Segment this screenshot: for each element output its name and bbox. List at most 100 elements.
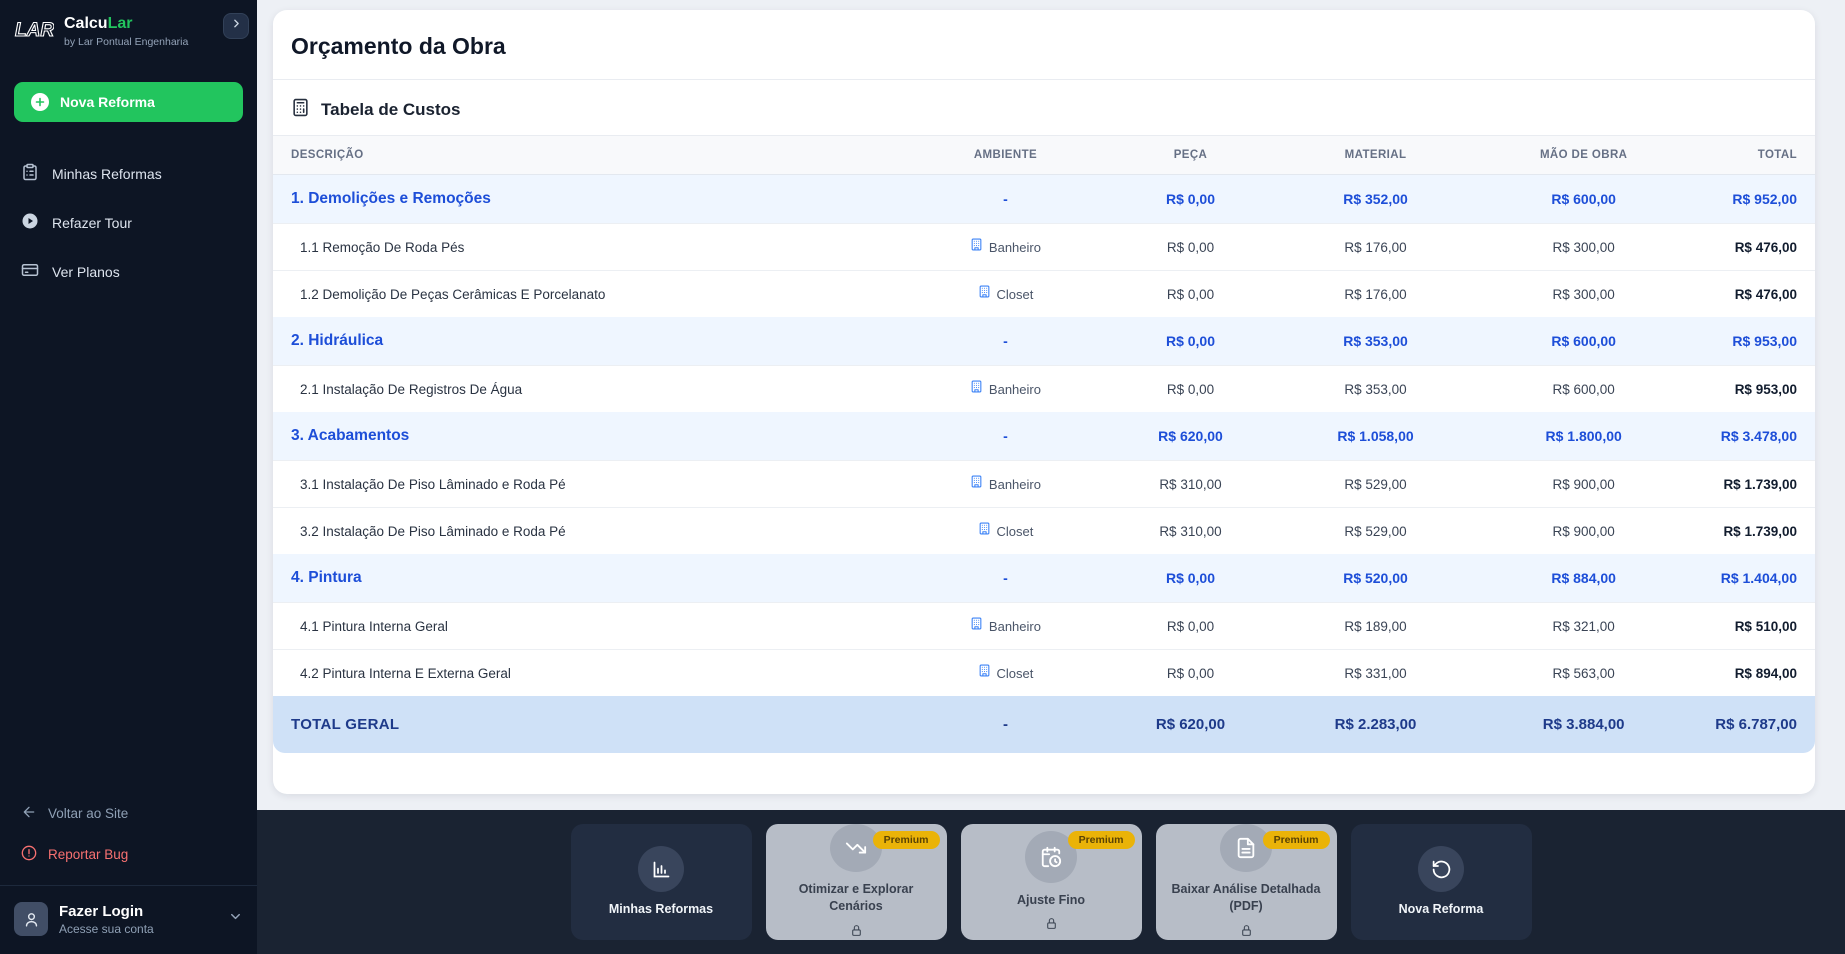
total-value: R$ 1.404,00 bbox=[1692, 554, 1815, 603]
bar-chart-icon bbox=[638, 846, 684, 892]
peca-value: R$ 0,00 bbox=[1106, 554, 1276, 603]
peca-value: R$ 0,00 bbox=[1106, 366, 1276, 413]
sidebar-collapse-button[interactable] bbox=[223, 13, 249, 39]
login-section[interactable]: Fazer Login Acesse sua conta bbox=[0, 885, 257, 954]
peca-value: R$ 310,00 bbox=[1106, 508, 1276, 555]
ambiente-badge: Closet bbox=[978, 664, 1034, 682]
bottom-toolbar: Minhas Reformas Premium Otimizar e Explo… bbox=[257, 810, 1845, 954]
material-value: R$ 1.058,00 bbox=[1275, 412, 1475, 461]
toolbar-otimizar-cenarios-button[interactable]: Premium Otimizar e Explorar Cenários bbox=[766, 824, 947, 940]
building-icon bbox=[978, 522, 991, 540]
toolbar-button-label: Ajuste Fino bbox=[1009, 892, 1093, 909]
table-header-row: DESCRIÇÃO AMBIENTE PEÇA MATERIAL MÃO DE … bbox=[273, 136, 1815, 175]
building-icon bbox=[970, 238, 983, 256]
row-description: TOTAL GERAL bbox=[273, 696, 905, 753]
item-row: 3.2 Instalação De Piso Lâminado e Roda P… bbox=[273, 508, 1815, 555]
cost-table: DESCRIÇÃO AMBIENTE PEÇA MATERIAL MÃO DE … bbox=[273, 135, 1815, 753]
material-value: R$ 2.283,00 bbox=[1275, 696, 1475, 753]
ambiente-label: Banheiro bbox=[989, 240, 1041, 255]
item-row: 4.1 Pintura Interna GeralBanheiroR$ 0,00… bbox=[273, 603, 1815, 650]
row-description: 1.2 Demolição De Peças Cerâmicas E Porce… bbox=[273, 271, 905, 318]
peca-value: R$ 0,00 bbox=[1106, 224, 1276, 271]
toolbar-nova-reforma-button[interactable]: Nova Reforma bbox=[1351, 824, 1532, 940]
mao-de_obra-value: R$ 1.800,00 bbox=[1476, 412, 1692, 461]
sidebar-item-ver-planos[interactable]: Ver Planos bbox=[0, 250, 257, 293]
sidebar-item-refazer-tour[interactable]: Refazer Tour bbox=[0, 201, 257, 244]
ambiente-badge: Banheiro bbox=[970, 617, 1041, 635]
material-value: R$ 176,00 bbox=[1275, 224, 1475, 271]
plus-circle-icon bbox=[31, 93, 49, 111]
column-header-peca: PEÇA bbox=[1106, 136, 1276, 175]
back-to-site-link[interactable]: Voltar ao Site bbox=[0, 793, 257, 834]
toolbar-button-label: Baixar Análise Detalhada (PDF) bbox=[1156, 881, 1337, 915]
peca-value: R$ 310,00 bbox=[1106, 461, 1276, 508]
cost-table-body: 1. Demolições e Remoções-R$ 0,00R$ 352,0… bbox=[273, 175, 1815, 754]
ambiente-cell: Banheiro bbox=[905, 461, 1105, 508]
total-value: R$ 1.739,00 bbox=[1692, 461, 1815, 508]
toolbar-ajuste-fino-button[interactable]: Premium Ajuste Fino bbox=[961, 824, 1142, 940]
row-description: 1.1 Remoção De Roda Pés bbox=[273, 224, 905, 271]
sidebar-item-label: Ver Planos bbox=[52, 264, 120, 280]
peca-value: R$ 620,00 bbox=[1106, 412, 1276, 461]
ambiente-cell: Closet bbox=[905, 508, 1105, 555]
mao-de_obra-value: R$ 600,00 bbox=[1476, 366, 1692, 413]
ambiente-badge: Banheiro bbox=[970, 238, 1041, 256]
item-row: 1.1 Remoção De Roda Pés Banheiro R$ 0,00R$… bbox=[273, 224, 1815, 271]
ambiente-cell: Banheiro bbox=[905, 603, 1105, 650]
page-title: Orçamento da Obra bbox=[291, 33, 1797, 60]
row-description: 2. Hidráulica bbox=[273, 317, 905, 366]
mao-de_obra-value: R$ 3.884,00 bbox=[1476, 696, 1692, 753]
premium-badge: Premium bbox=[873, 831, 940, 849]
peca-value: R$ 0,00 bbox=[1106, 603, 1276, 650]
total-value: R$ 6.787,00 bbox=[1692, 696, 1815, 753]
new-reform-label: Nova Reforma bbox=[60, 94, 155, 110]
mao-de_obra-value: R$ 321,00 bbox=[1476, 603, 1692, 650]
trending-down-icon bbox=[830, 824, 882, 872]
toolbar-button-label: Otimizar e Explorar Cenários bbox=[766, 881, 947, 915]
new-reform-button[interactable]: Nova Reforma bbox=[14, 82, 243, 122]
ambiente-cell: Banheiro bbox=[905, 366, 1105, 413]
sidebar-item-minhas-reformas[interactable]: Minhas Reformas bbox=[0, 152, 257, 195]
report-bug-link[interactable]: Reportar Bug bbox=[0, 834, 257, 875]
brand-name: CalcuLar bbox=[64, 15, 188, 33]
section-title: Tabela de Custos bbox=[321, 100, 461, 120]
row-description: 1. Demolições e Remoções bbox=[273, 175, 905, 224]
material-value: R$ 352,00 bbox=[1275, 175, 1475, 224]
lock-icon bbox=[850, 924, 863, 940]
svg-text:LAR: LAR bbox=[15, 20, 54, 41]
ambiente-label: Closet bbox=[997, 287, 1034, 302]
content-region: Orçamento da Obra Tabela de Custos DESCR… bbox=[257, 0, 1845, 810]
peca-value: R$ 0,00 bbox=[1106, 175, 1276, 224]
total-value: R$ 894,00 bbox=[1692, 650, 1815, 697]
material-value: R$ 353,00 bbox=[1275, 366, 1475, 413]
row-description: 4.2 Pintura Interna E Externa Geral bbox=[273, 650, 905, 697]
brand-subtitle: by Lar Pontual Engenharia bbox=[64, 36, 188, 48]
toolbar-minhas-reformas-button[interactable]: Minhas Reformas bbox=[571, 824, 752, 940]
premium-badge: Premium bbox=[1068, 831, 1135, 849]
ambiente-cell: Closet bbox=[905, 650, 1105, 697]
total-value: R$ 952,00 bbox=[1692, 175, 1815, 224]
column-header-ambiente: AMBIENTE bbox=[905, 136, 1105, 175]
lock-icon bbox=[1045, 917, 1058, 933]
ambiente-cell: Banheiro bbox=[905, 224, 1105, 271]
chevron-down-icon bbox=[228, 909, 243, 929]
lock-icon bbox=[1240, 924, 1253, 940]
mao-de_obra-value: R$ 884,00 bbox=[1476, 554, 1692, 603]
column-header-descricao: DESCRIÇÃO bbox=[273, 136, 905, 175]
toolbar-baixar-pdf-button[interactable]: Premium Baixar Análise Detalhada (PDF) bbox=[1156, 824, 1337, 940]
mao-de_obra-value: R$ 300,00 bbox=[1476, 271, 1692, 318]
credit-card-icon bbox=[21, 261, 39, 282]
peca-value: R$ 620,00 bbox=[1106, 696, 1276, 753]
row-description: 2.1 Instalação De Registros De Água bbox=[273, 366, 905, 413]
rotate-ccw-icon bbox=[1418, 846, 1464, 892]
sidebar-footer: Voltar ao Site Reportar Bug Fazer Login … bbox=[0, 793, 257, 954]
category-row: 3. Acabamentos-R$ 620,00R$ 1.058,00R$ 1.… bbox=[273, 412, 1815, 461]
user-avatar bbox=[14, 902, 48, 936]
ambiente-value: - bbox=[905, 412, 1105, 461]
login-subtitle: Acesse sua conta bbox=[59, 922, 154, 936]
section-title-row: Tabela de Custos bbox=[273, 80, 1815, 135]
column-header-mao-de-obra: MÃO DE OBRA bbox=[1476, 136, 1692, 175]
premium-badge: Premium bbox=[1263, 831, 1330, 849]
mao-de_obra-value: R$ 563,00 bbox=[1476, 650, 1692, 697]
ambiente-badge: Closet bbox=[978, 522, 1034, 540]
